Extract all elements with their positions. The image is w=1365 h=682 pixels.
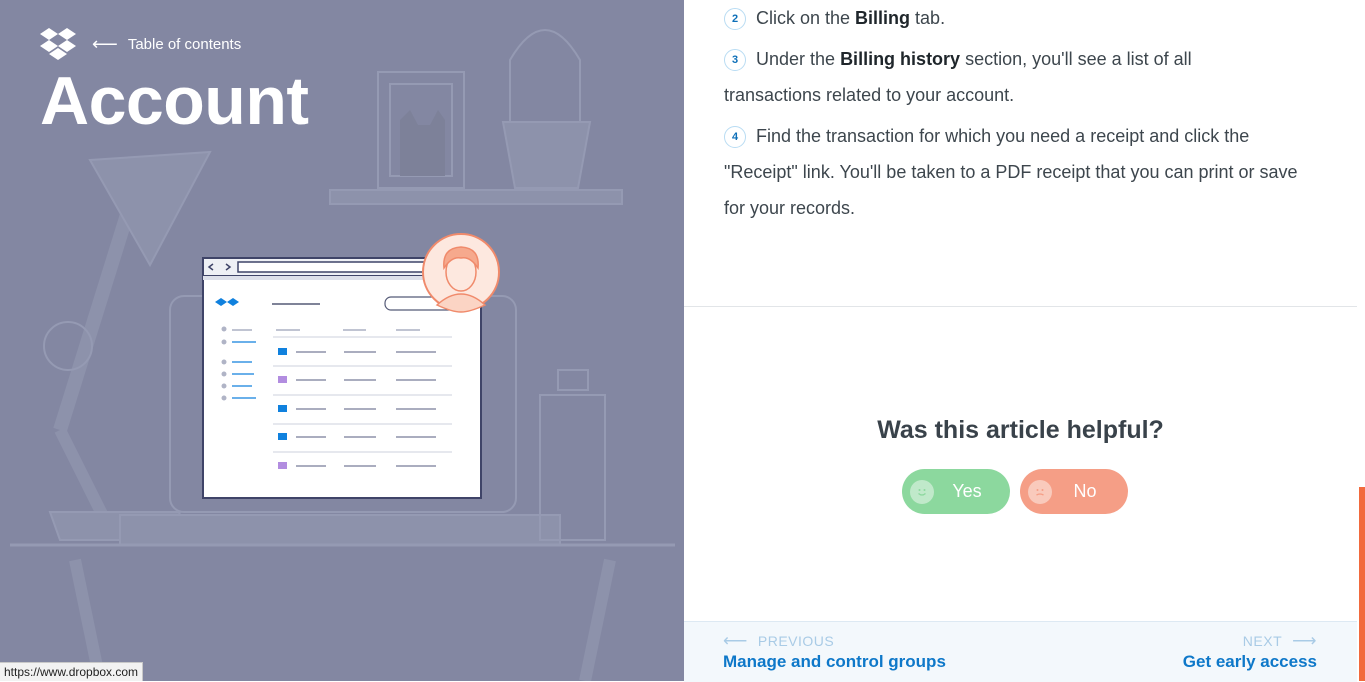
feedback-yes-label: Yes	[952, 481, 982, 501]
step-text-bold: Billing history	[840, 49, 961, 69]
step-text-before: Click on the	[756, 8, 856, 28]
step-number: 3	[724, 49, 746, 71]
previous-label-row: ⟵ PREVIOUS	[723, 632, 946, 649]
previous-article-title: Manage and control groups	[723, 652, 946, 671]
feedback-no-label: No	[1073, 481, 1097, 501]
step-2: 2 Click on the Billing tab.	[724, 0, 1324, 36]
feedback-no-button[interactable]: No	[1020, 469, 1128, 514]
step-4: 4 Find the transaction for which you need…	[724, 118, 1314, 226]
previous-article-link[interactable]: ⟵ PREVIOUS Manage and control groups	[723, 632, 946, 672]
next-label: NEXT	[1242, 632, 1283, 649]
next-article-link[interactable]: NEXT ⟶ Get early access	[1183, 632, 1317, 672]
next-label-row: NEXT ⟶	[1183, 632, 1317, 649]
frown-face-icon	[1028, 479, 1052, 504]
step-text-bold: Billing	[855, 8, 911, 28]
table-of-contents-label: Table of contents	[127, 35, 242, 53]
step-number: 2	[724, 8, 746, 30]
previous-label: PREVIOUS	[757, 632, 835, 649]
article-pager: ⟵ PREVIOUS Manage and control groups NEX…	[684, 621, 1357, 682]
dropbox-logo-icon[interactable]	[40, 28, 76, 60]
step-number: 4	[724, 126, 746, 148]
page-scrollbar[interactable]	[1357, 0, 1365, 681]
feedback-title: Was this article helpful?	[877, 416, 1164, 444]
next-article-title: Get early access	[1182, 652, 1317, 671]
hero-panel: ⟵ Table of contents Account https://www.…	[0, 0, 684, 681]
feedback-yes-button[interactable]: Yes	[902, 469, 1010, 514]
article-panel: 2 Click on the Billing tab. 3 Under the Bi…	[684, 0, 1357, 682]
table-of-contents-link[interactable]: ⟵ Table of contents	[92, 35, 241, 53]
status-bar-url: https://www.dropbox.com	[0, 662, 144, 681]
section-divider	[684, 306, 1357, 307]
step-text-before: Find the transaction for which you need …	[724, 126, 1298, 218]
arrow-right-icon: ⟶	[1292, 631, 1317, 650]
scrollbar-thumb[interactable]	[1359, 487, 1365, 681]
smile-face-icon	[910, 479, 934, 504]
step-text-before: Under the	[756, 49, 841, 69]
page-title: Account	[40, 63, 309, 139]
arrow-left-icon: ⟵	[92, 34, 118, 54]
arrow-left-icon: ⟵	[723, 631, 748, 650]
step-text-after: tab.	[910, 8, 946, 28]
step-3: 3 Under the Billing history section, you'…	[724, 41, 1254, 113]
